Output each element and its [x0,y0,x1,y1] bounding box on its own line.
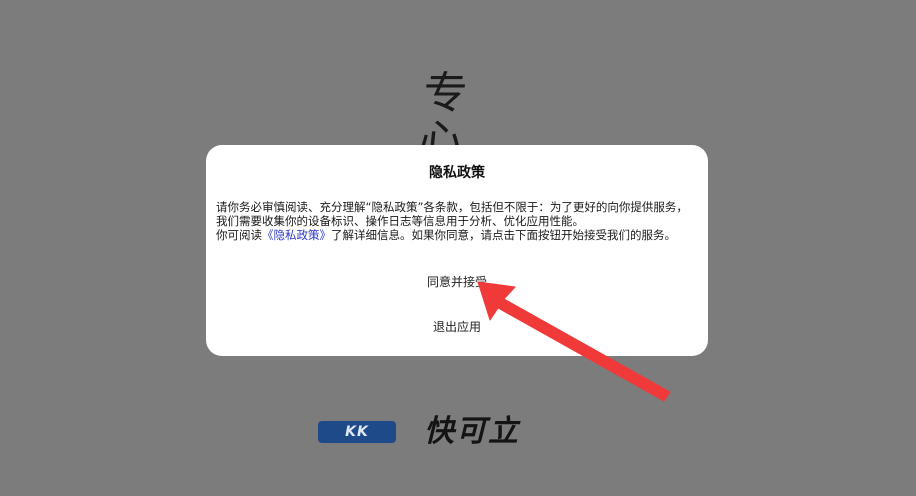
exit-app-button[interactable]: 退出应用 [206,319,708,335]
read-more-suffix: 了解详细信息。如果你同意，请点击下面按钮开始接受我们的服务。 [331,228,676,242]
dialog-body: 请你务必审慎阅读、充分理解“隐私政策”各条款，包括但不限于：为了更好的向你提供服… [216,200,694,242]
privacy-policy-dialog: 隐私政策 请你务必审慎阅读、充分理解“隐私政策”各条款，包括但不限于：为了更好的… [206,145,708,356]
policy-description: 请你务必审慎阅读、充分理解“隐私政策”各条款，包括但不限于：为了更好的向你提供服… [216,200,688,228]
read-more-prefix: 你可阅读 [216,228,262,242]
brand-logo-mark: KK [318,421,396,443]
dialog-title: 隐私政策 [429,165,485,181]
app-screen: 专心· KK 快可立 隐私政策 请你务必审慎阅读、充分理解“隐私政策”各条款，包… [0,0,916,496]
brand-logo-text: 快可立 [424,414,520,449]
agree-accept-button[interactable]: 同意并接受 [206,274,708,290]
policy-read-more: 你可阅读《隐私政策》了解详细信息。如果你同意，请点击下面按钮开始接受我们的服务。 [216,228,694,242]
privacy-policy-link[interactable]: 《隐私政策》 [262,228,331,242]
